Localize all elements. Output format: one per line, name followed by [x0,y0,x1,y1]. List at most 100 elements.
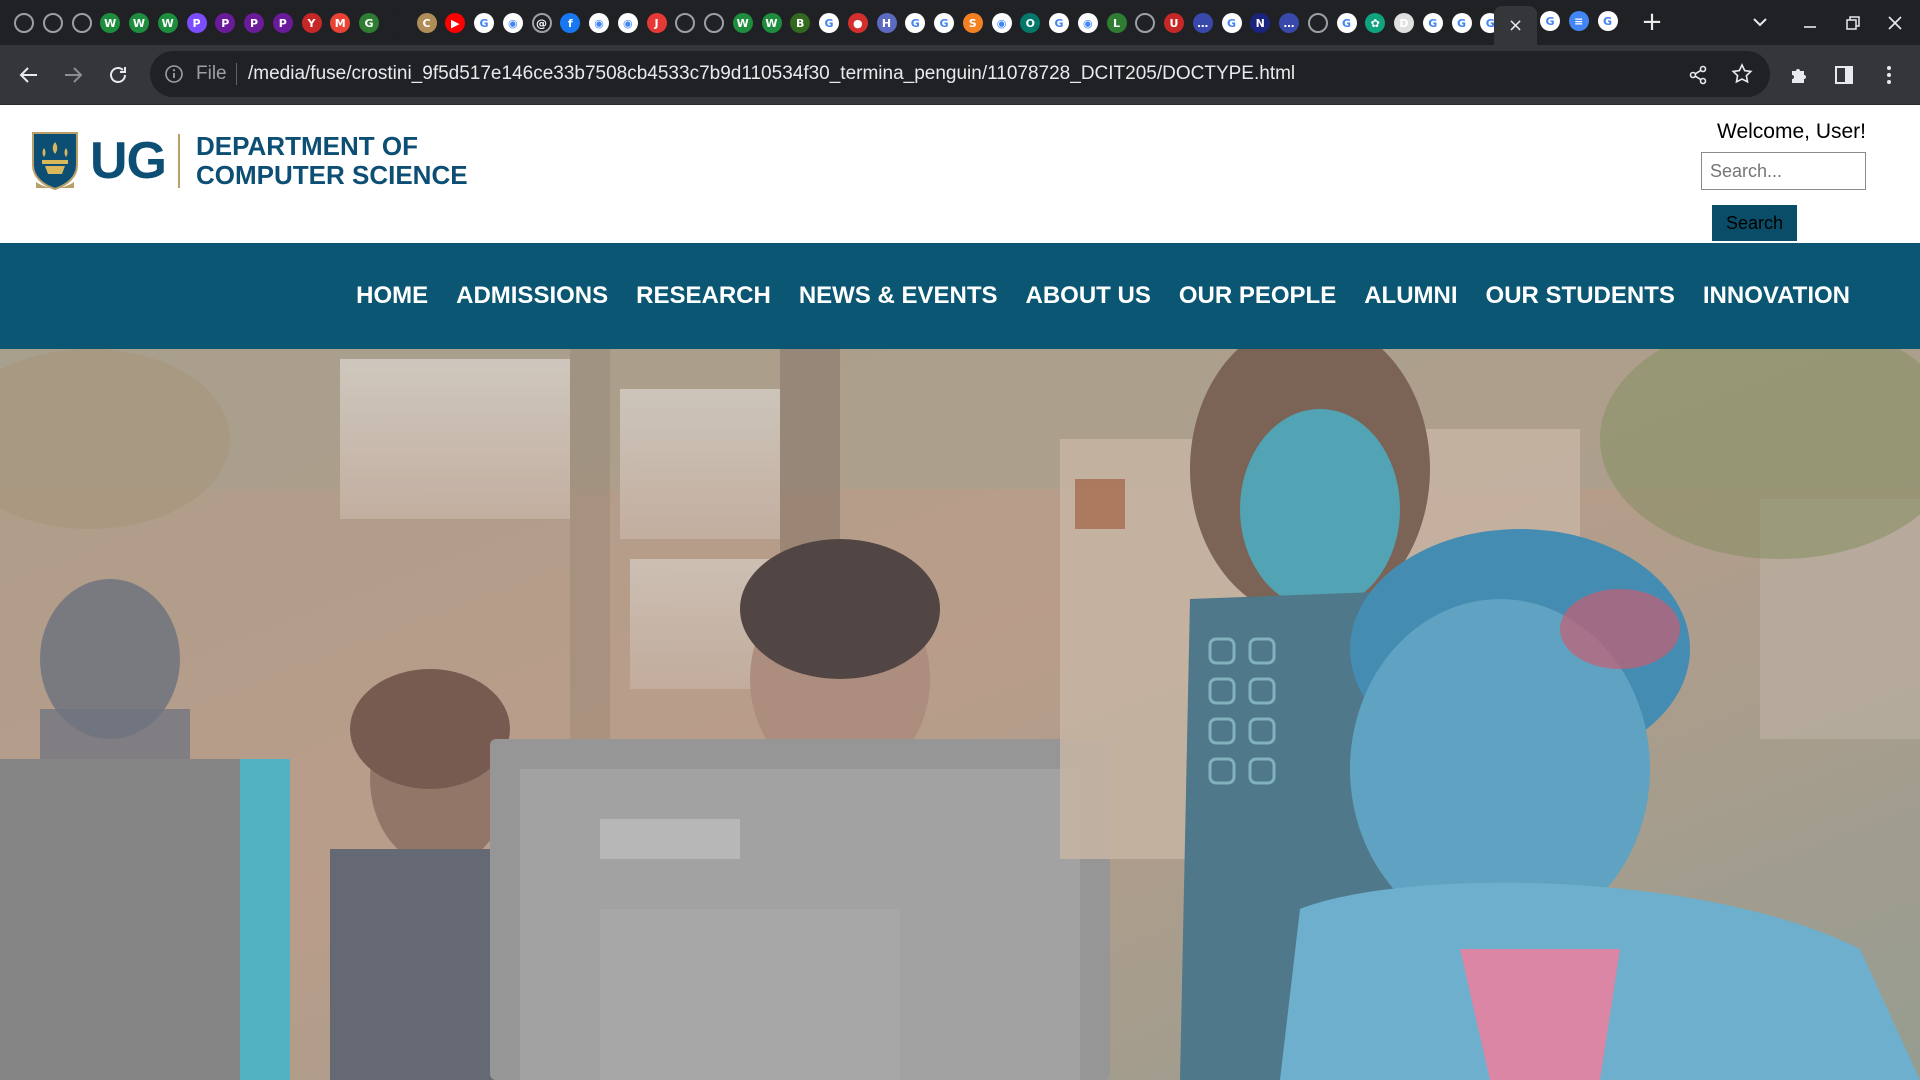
tab-favicon-chart-icon[interactable]: L [1106,13,1127,33]
address-bar[interactable]: File /media/fuse/crostini_9f5d517e146ce3… [150,51,1770,97]
tab-favicon-globe-icon[interactable] [71,13,92,33]
tab-favicon-fingerprint-icon[interactable]: @ [531,13,552,33]
tab-favicon-google-icon[interactable]: G [1597,11,1618,31]
restore-icon[interactable] [1838,8,1868,38]
tab-favicon-openai-icon[interactable]: ✿ [1365,13,1386,33]
tab-favicon-crest-icon[interactable]: U [1164,13,1184,33]
tab-favicon-globe-icon[interactable] [1135,13,1156,33]
tab-favicon-google-icon[interactable]: G [1422,13,1443,33]
tab-favicon-w-icon[interactable]: W [761,13,782,33]
tab-favicon-dots-icon[interactable]: … [1192,13,1213,33]
back-arrow-icon[interactable] [14,60,44,90]
tab-favicon-jpg-png-icon[interactable]: J [646,13,667,33]
brand-short-name: UG [90,132,167,190]
main-navigation-list: HOME ADMISSIONS RESEARCH NEWS & EVENTS A… [328,243,1850,349]
tab-favicon-google-icon[interactable]: G [1336,13,1357,33]
nav-our-students[interactable]: OUR STUDENTS [1486,282,1675,310]
tab-favicon-github-icon[interactable]: ◉ [589,13,609,33]
hero-image [0,349,1920,1080]
extensions-puzzle-icon[interactable] [1785,60,1815,90]
browser-tab-strip: W W W P P P P Y M G C ▶ G ◉ @ f ◉ ◉ J W W B G ● H G G S ◉ O G ◉ L U… G N… G ✿… [0,0,1920,45]
tab-favicon-p-icon[interactable]: P [186,13,207,33]
tab-favicon-google-docs-icon[interactable]: ≡ [1568,11,1589,31]
search-button[interactable]: Search [1712,205,1797,241]
tab-favicon-record-icon[interactable]: ● [847,13,868,33]
tab-favicon-google-icon[interactable]: G [1540,11,1560,31]
tab-favicon-github-icon[interactable]: ◉ [991,13,1012,33]
tab-favicon-stackoverflow-icon[interactable]: S [962,13,983,33]
reload-icon[interactable] [103,60,133,90]
tab-favicon-github-icon[interactable]: ◉ [1077,13,1098,33]
tab-favicon-google-icon[interactable]: G [474,13,494,33]
tab-favicon-h-icon[interactable]: H [876,13,897,33]
tab-favicon-google-icon[interactable]: G [1221,13,1242,33]
address-separator [236,63,237,85]
tab-favicon-list-after: G ≡ G [1540,11,1626,31]
nav-admissions[interactable]: ADMISSIONS [456,282,608,310]
tab-favicon-facebook-icon[interactable]: f [560,13,581,33]
tab-favicon-google-icon[interactable]: G [1049,13,1069,33]
share-icon[interactable] [1686,63,1710,87]
tab-favicon-dots-icon[interactable]: … [1279,13,1299,33]
tab-favicon-globe-icon[interactable] [675,13,696,33]
tab-favicon-globe-icon[interactable] [1307,13,1328,33]
tab-favicon-google-icon[interactable]: G [934,13,954,33]
close-window-icon[interactable] [1880,8,1910,38]
nav-research[interactable]: RESEARCH [636,282,771,310]
site-logo[interactable]: UG DEPARTMENT OF COMPUTER SCIENCE [30,130,468,192]
active-tab[interactable]: × [1494,6,1537,45]
tab-favicon-globe-icon[interactable] [704,13,724,33]
tab-favicon-shield-icon[interactable]: C [416,13,437,33]
nav-about-us[interactable]: ABOUT US [1026,282,1151,310]
search-input[interactable] [1701,152,1866,190]
tab-favicon-figure-icon[interactable]: Y [301,13,322,33]
department-name: DEPARTMENT OF COMPUTER SCIENCE [196,132,468,190]
tab-favicon-gmail-icon[interactable]: M [330,13,351,33]
tab-favicon-blank-icon[interactable] [387,13,408,33]
tab-favicon-list: W W W P P P P Y M G C ▶ G ◉ @ f ◉ ◉ J W W B G ● H G G S ◉ O G ◉ L U… G N… G ✿… [14,11,1604,35]
nav-alumni[interactable]: ALUMNI [1364,282,1457,310]
tab-favicon-google-icon[interactable]: G [905,13,926,33]
bookmark-star-icon[interactable] [1730,62,1754,86]
side-panel-icon[interactable] [1829,60,1859,90]
hero-photo-students-at-computers [0,349,1920,1080]
site-info-icon[interactable] [164,64,184,84]
tab-favicon-google-icon[interactable]: G [1451,13,1472,33]
nav-home[interactable]: HOME [356,282,428,310]
tab-close-icon[interactable]: × [1508,15,1523,36]
tab-favicon-doc-icon[interactable]: D [1394,13,1414,33]
tab-favicon-p-icon[interactable]: P [244,13,264,33]
tab-favicon-youtube-icon[interactable]: ▶ [445,13,466,33]
nav-innovation[interactable]: INNOVATION [1703,282,1850,310]
forward-arrow-icon[interactable] [58,60,88,90]
web-page: UG DEPARTMENT OF COMPUTER SCIENCE Welcom… [0,106,1920,1080]
tab-favicon-globe-icon[interactable] [42,13,63,33]
welcome-message: Welcome, User! [1717,120,1866,143]
tab-favicon-p-icon[interactable]: P [272,13,293,33]
tab-favicon-globe-icon[interactable] [14,13,34,33]
site-header: UG DEPARTMENT OF COMPUTER SCIENCE Welcom… [0,106,1920,242]
tab-favicon-w-icon[interactable]: W [157,13,178,33]
nav-our-people[interactable]: OUR PEOPLE [1179,282,1336,310]
tab-favicon-google-icon[interactable]: G [819,13,839,33]
tab-favicon-ntu-icon[interactable]: N [1250,13,1271,33]
minimize-icon[interactable] [1795,8,1825,38]
tab-search-chevron-icon[interactable] [1748,10,1772,34]
tab-favicon-w-icon[interactable]: W [100,13,121,33]
tab-favicon-p-icon[interactable]: P [215,13,236,33]
tab-favicon-w-icon[interactable]: W [129,13,149,33]
tab-favicon-lens-icon[interactable]: O [1020,13,1041,33]
tab-favicon-book-icon[interactable]: B [790,13,811,33]
tab-favicon-chat-icon[interactable]: G [359,13,379,33]
department-name-line2: COMPUTER SCIENCE [196,160,468,190]
university-crest-icon [32,132,78,191]
main-navigation: HOME ADMISSIONS RESEARCH NEWS & EVENTS A… [0,243,1920,349]
new-tab-button[interactable]: + [1638,8,1666,36]
tab-favicon-w-icon[interactable]: W [732,13,753,33]
nav-news-events[interactable]: NEWS & EVENTS [799,282,998,310]
tab-favicon-github-icon[interactable]: ◉ [617,13,638,33]
tab-favicon-github-icon[interactable]: ◉ [502,13,523,33]
more-menu-icon[interactable] [1874,60,1904,90]
address-url[interactable]: /media/fuse/crostini_9f5d517e146ce33b750… [248,63,1295,85]
browser-toolbar: File /media/fuse/crostini_9f5d517e146ce3… [0,45,1920,105]
